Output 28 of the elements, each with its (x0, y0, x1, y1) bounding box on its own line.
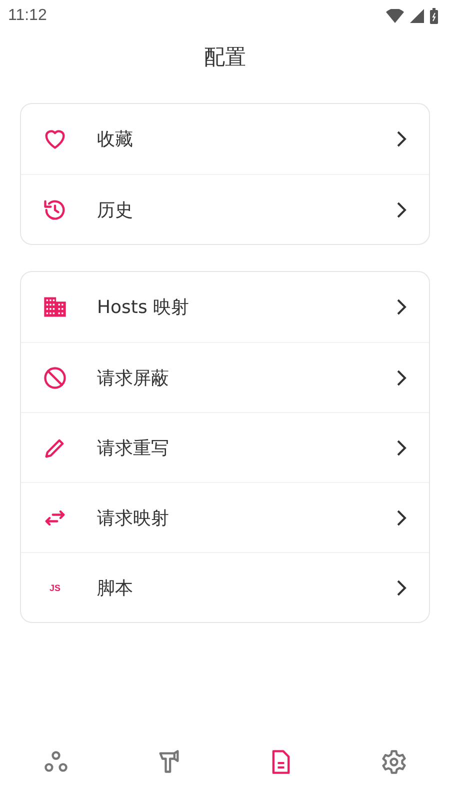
menu-label: Hosts 映射 (97, 296, 190, 319)
menu-row[interactable]: Hosts 映射 (21, 272, 429, 342)
menu-row[interactable]: JS 脚本 (21, 552, 429, 622)
page-title: 配置 (203, 44, 247, 71)
menu-row[interactable]: 历史 (21, 174, 429, 244)
menu-label: 请求映射 (97, 506, 170, 530)
chevron-right-icon (395, 298, 409, 316)
chevron-right-icon (395, 508, 409, 526)
menu-row[interactable]: 请求映射 (21, 482, 429, 552)
chevron-right-icon (395, 130, 409, 148)
menu-row[interactable]: 请求屏蔽 (21, 342, 429, 412)
menu-row[interactable]: 收藏 (21, 104, 429, 174)
status-time: 11:12 (8, 7, 47, 25)
chevron-right-icon (395, 368, 409, 386)
js-icon: JS (49, 582, 60, 592)
menu-label: 请求重写 (97, 436, 170, 460)
wifi-icon (386, 9, 404, 23)
menu-row[interactable]: 请求重写 (21, 412, 429, 482)
menu-label: 脚本 (97, 576, 134, 600)
chevron-right-icon (395, 578, 409, 596)
menu-label: 收藏 (97, 128, 134, 151)
signal-icon (410, 9, 424, 23)
chevron-right-icon (395, 200, 409, 218)
chevron-right-icon (395, 438, 409, 456)
battery-icon (430, 8, 438, 24)
menu-label: 请求屏蔽 (97, 366, 170, 390)
menu-label: 历史 (97, 198, 134, 222)
prohibited-icon (42, 364, 68, 390)
